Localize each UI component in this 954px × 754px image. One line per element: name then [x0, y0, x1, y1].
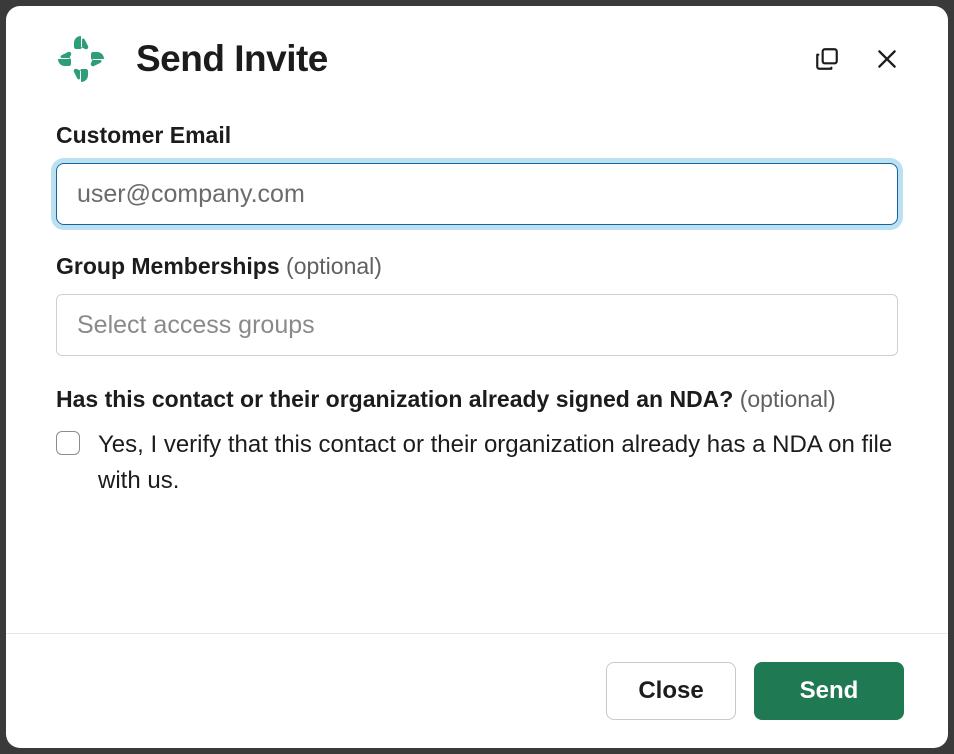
- nda-label-text: Has this contact or their organization a…: [56, 386, 733, 412]
- modal-title: Send Invite: [136, 38, 810, 80]
- close-button[interactable]: Close: [606, 662, 736, 720]
- nda-checkbox-label: Yes, I verify that this contact or their…: [98, 427, 898, 499]
- group-memberships-select[interactable]: Select access groups: [56, 294, 898, 356]
- group-select-placeholder: Select access groups: [77, 311, 315, 340]
- email-label: Customer Email: [56, 122, 898, 149]
- header-actions: [810, 42, 904, 76]
- group-label: Group Memberships (optional): [56, 253, 898, 280]
- nda-checkbox-row: Yes, I verify that this contact or their…: [56, 427, 898, 499]
- nda-label: Has this contact or their organization a…: [56, 386, 898, 413]
- nda-checkbox[interactable]: [56, 431, 80, 455]
- email-field-group: Customer Email: [56, 122, 898, 225]
- send-invite-modal: Send Invite Customer Email Gro: [6, 6, 948, 748]
- send-button[interactable]: Send: [754, 662, 904, 720]
- group-optional-text: (optional): [286, 253, 382, 279]
- group-field-group: Group Memberships (optional) Select acce…: [56, 253, 898, 356]
- nda-optional-text: (optional): [740, 386, 836, 412]
- open-new-window-button[interactable]: [810, 42, 844, 76]
- customer-email-input[interactable]: [56, 163, 898, 225]
- modal-header: Send Invite: [6, 6, 948, 94]
- modal-body: Customer Email Group Memberships (option…: [6, 94, 948, 633]
- close-modal-button[interactable]: [870, 42, 904, 76]
- close-icon: [874, 46, 900, 72]
- new-window-icon: [814, 46, 840, 72]
- group-label-text: Group Memberships: [56, 253, 280, 279]
- nda-field-group: Has this contact or their organization a…: [56, 386, 898, 499]
- modal-footer: Close Send: [6, 633, 948, 748]
- app-logo-icon: [56, 34, 106, 84]
